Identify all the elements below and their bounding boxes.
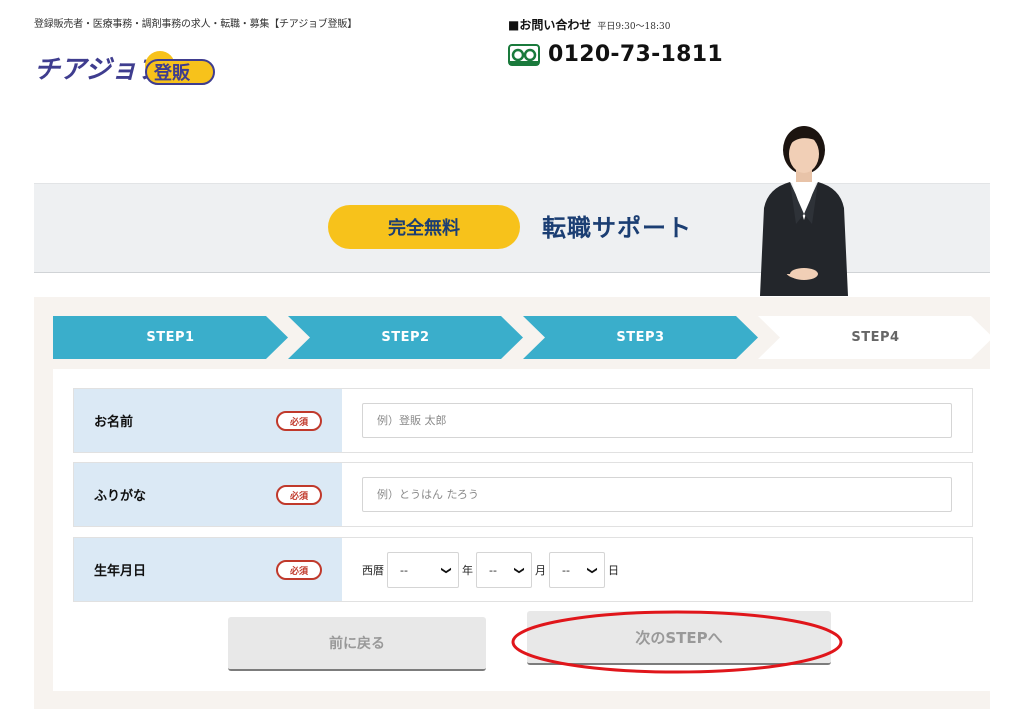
back-button[interactable]: 前に戻る	[228, 617, 486, 671]
chevron-down-icon: ❯	[440, 565, 452, 575]
freedial-icon	[508, 43, 540, 66]
required-badge: 必須	[276, 560, 322, 580]
step-1-label: STEP1	[146, 330, 195, 345]
logo-badge-text: 登販	[153, 62, 191, 84]
contact-heading: ■お問い合わせ 平日9:30〜18:30	[508, 16, 671, 33]
day-value: --	[562, 563, 570, 577]
dob-fields: 西暦 -- ❯ 年 -- ❯ 月 -- ❯ 日	[362, 552, 619, 588]
logo-graphic: チアジョブ 登販	[34, 51, 215, 85]
required-badge: 必須	[276, 485, 322, 505]
step-4-label: STEP4	[851, 330, 900, 345]
free-badge: 完全無料	[328, 205, 520, 249]
year-value: --	[400, 563, 408, 577]
contact-label: ■お問い合わせ	[508, 18, 592, 32]
era-label: 西暦	[362, 564, 384, 577]
chevron-down-icon: ❯	[513, 565, 525, 575]
day-select[interactable]: -- ❯	[549, 552, 605, 588]
required-badge: 必須	[276, 411, 322, 431]
step-3: STEP3	[523, 316, 758, 359]
form-row-dob: 生年月日 必須 西暦 -- ❯ 年 -- ❯ 月 -- ❯ 日	[73, 537, 973, 602]
step-3-label: STEP3	[616, 330, 665, 345]
phone-row[interactable]: 0120-73-1811	[508, 42, 723, 67]
month-value: --	[489, 563, 497, 577]
site-tagline: 登録販売者・医療事務・調剤事務の求人・転職・募集【チアジョブ登販】	[34, 19, 357, 30]
step-1: STEP1	[53, 316, 288, 359]
day-unit: 日	[608, 564, 619, 577]
year-unit: 年	[462, 564, 473, 577]
consultant-photo	[760, 126, 848, 296]
month-select[interactable]: -- ❯	[476, 552, 532, 588]
step-2: STEP2	[288, 316, 523, 359]
chevron-down-icon: ❯	[586, 565, 598, 575]
form-row-kana: ふりがな 必須	[73, 462, 973, 527]
year-select[interactable]: -- ❯	[387, 552, 459, 588]
step-4: STEP4	[758, 316, 993, 359]
support-title: 転職サポート	[542, 214, 692, 242]
next-step-button[interactable]: 次のSTEPへ	[527, 611, 831, 665]
site-logo[interactable]: チアジョブ 登販	[34, 48, 219, 88]
kana-input[interactable]	[362, 477, 952, 512]
step-indicator: STEP1 STEP2 STEP3 STEP4	[53, 316, 993, 359]
phone-number[interactable]: 0120-73-1811	[548, 42, 723, 67]
form-row-name: お名前 必須	[73, 388, 973, 453]
month-unit: 月	[535, 564, 546, 577]
step-2-label: STEP2	[381, 330, 430, 345]
name-input[interactable]	[362, 403, 952, 438]
contact-hours: 平日9:30〜18:30	[597, 22, 671, 32]
